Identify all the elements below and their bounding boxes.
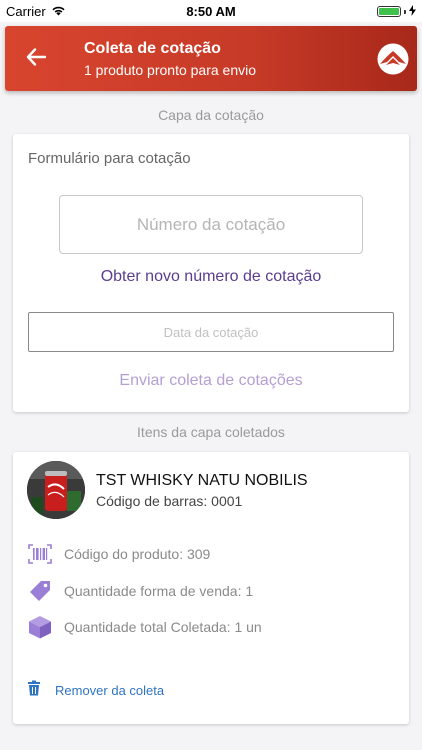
- arrow-left-icon: [26, 47, 47, 71]
- status-time: 8:50 AM: [186, 4, 236, 19]
- quote-number-input[interactable]: [59, 195, 363, 254]
- battery-tip: [404, 9, 406, 14]
- collected-item-card: TST WHISKY NATU NOBILIS Código de barras…: [13, 452, 409, 724]
- quote-date-input[interactable]: [28, 312, 394, 352]
- quote-form-card: Formulário para cotação Obter novo númer…: [13, 134, 409, 412]
- back-button[interactable]: [21, 44, 51, 74]
- page-title: Coleta de cotação: [84, 40, 221, 57]
- product-avatar: [27, 461, 85, 519]
- status-right: [377, 4, 416, 19]
- remove-label: Remover da coleta: [55, 683, 165, 698]
- sale-quantity-row: Quantidade forma de venda: 1: [27, 578, 253, 604]
- app-header: Coleta de cotação 1 produto pronto para …: [5, 26, 417, 91]
- collected-items-section-label: Itens da capa coletados: [137, 424, 285, 440]
- send-collection-button[interactable]: Enviar coleta de cotações: [13, 372, 409, 390]
- remove-from-collection-button[interactable]: Remover da coleta: [27, 680, 164, 701]
- quote-header-section-label: Capa da cotação: [158, 107, 264, 123]
- product-name: TST WHISKY NATU NOBILIS: [96, 472, 308, 489]
- product-barcode: Código de barras: 0001: [96, 493, 243, 509]
- box-icon: [27, 614, 53, 640]
- product-code-row: Código do produto: 309: [27, 541, 210, 567]
- product-code-text: Código do produto: 309: [64, 546, 211, 562]
- charging-icon: [409, 4, 416, 19]
- form-title: Formulário para cotação: [28, 150, 191, 167]
- trash-icon: [27, 680, 41, 701]
- tag-icon: [27, 578, 53, 604]
- page-subtitle: 1 produto pronto para envio: [84, 62, 257, 78]
- total-quantity-row: Quantidade total Coletada: 1 un: [27, 614, 262, 640]
- total-quantity-text: Quantidade total Coletada: 1 un: [64, 619, 262, 635]
- barcode-icon: [27, 541, 53, 567]
- status-bar: Carrier 8:50 AM: [0, 0, 422, 22]
- new-quote-number-link[interactable]: Obter novo número de cotação: [13, 268, 409, 286]
- battery-icon: [377, 6, 401, 17]
- sale-quantity-text: Quantidade forma de venda: 1: [64, 583, 254, 599]
- brand-logo-icon: [377, 43, 409, 75]
